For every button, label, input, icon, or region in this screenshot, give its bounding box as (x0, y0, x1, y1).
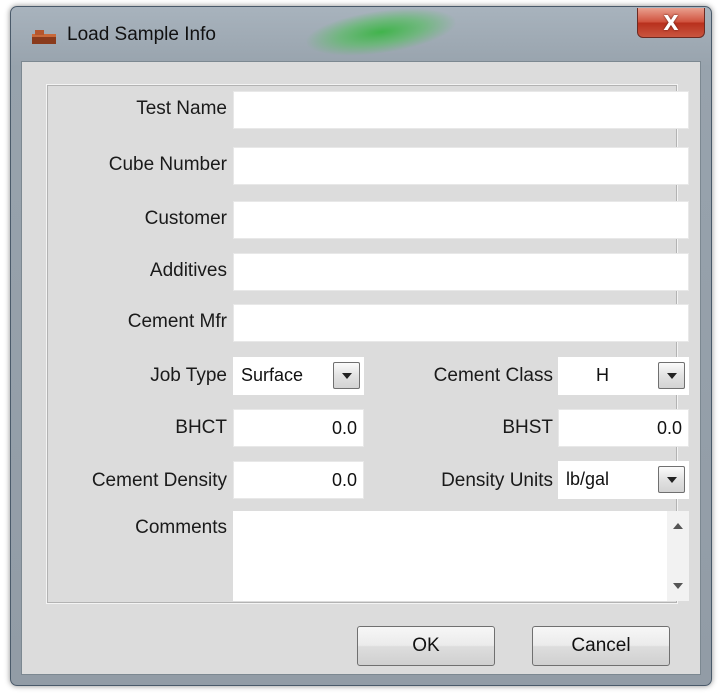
cement-class-dropdown-button[interactable] (658, 362, 685, 389)
density-units-label: Density Units (441, 470, 553, 491)
comments-label: Comments (135, 517, 227, 538)
dialog-client-area: Test Name Cube Number Customer Additives… (21, 61, 701, 675)
title-glow-decoration (303, 7, 459, 64)
close-button[interactable]: X (637, 8, 705, 38)
additives-input[interactable] (233, 253, 689, 291)
ok-button[interactable]: OK (357, 626, 495, 666)
comments-textarea[interactable] (233, 511, 689, 601)
job-type-select[interactable]: Surface (233, 357, 364, 395)
sample-info-group: Test Name Cube Number Customer Additives… (46, 84, 689, 604)
cement-density-input[interactable]: 0.0 (233, 461, 364, 499)
cement-class-label: Cement Class (433, 365, 553, 386)
bhst-input[interactable]: 0.0 (558, 409, 689, 447)
chevron-down-icon (667, 373, 677, 379)
scroll-up-icon[interactable] (673, 523, 683, 529)
scroll-down-icon[interactable] (673, 583, 683, 589)
dialog-window: Load Sample Info X Test Name Cube Number… (10, 6, 712, 686)
density-units-value: lb/gal (566, 469, 610, 489)
bhst-label: BHST (502, 417, 553, 438)
test-name-label: Test Name (136, 98, 227, 119)
title-bar[interactable]: Load Sample Info X (11, 7, 711, 65)
density-units-select[interactable]: lb/gal (558, 461, 689, 499)
chevron-down-icon (667, 477, 677, 483)
cube-number-input[interactable] (233, 147, 689, 185)
app-icon (31, 29, 57, 45)
additives-label: Additives (149, 260, 227, 281)
bhct-input[interactable]: 0.0 (233, 409, 364, 447)
cement-class-select[interactable]: H (558, 357, 689, 395)
cement-class-value: H (596, 365, 609, 385)
cement-density-label: Cement Density (91, 470, 227, 491)
chevron-down-icon (342, 373, 352, 379)
cement-mfr-input[interactable] (233, 304, 689, 342)
cancel-button[interactable]: Cancel (532, 626, 670, 666)
comments-scrollbar[interactable] (667, 511, 689, 601)
job-type-dropdown-button[interactable] (333, 362, 360, 389)
cube-number-label: Cube Number (108, 154, 227, 175)
customer-label: Customer (144, 208, 227, 229)
density-units-dropdown-button[interactable] (658, 466, 685, 493)
bhct-label: BHCT (175, 417, 227, 438)
window-title: Load Sample Info (67, 24, 216, 45)
job-type-value: Surface (241, 365, 304, 385)
customer-input[interactable] (233, 201, 689, 239)
job-type-label: Job Type (150, 365, 227, 386)
cement-mfr-label: Cement Mfr (127, 311, 227, 332)
close-icon: X (663, 10, 679, 35)
test-name-input[interactable] (233, 91, 689, 129)
